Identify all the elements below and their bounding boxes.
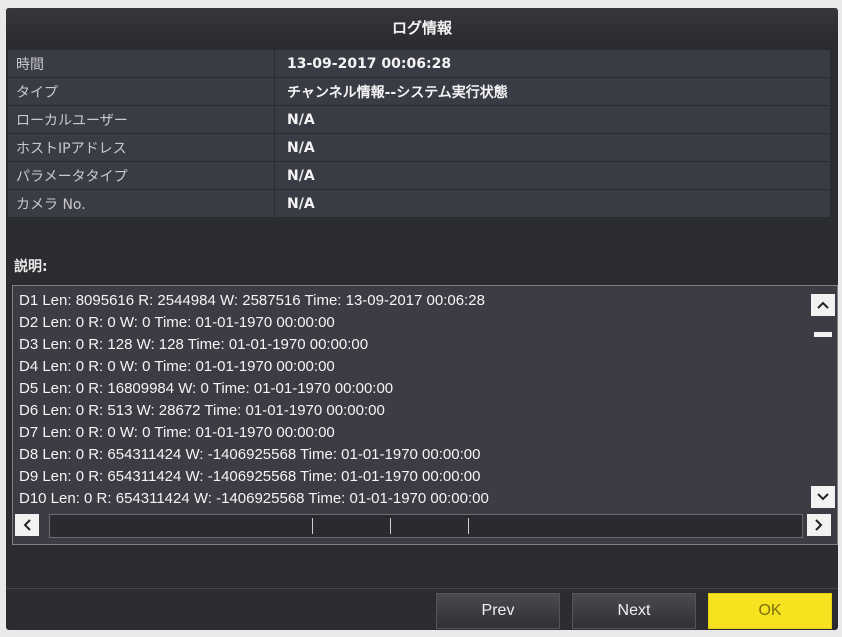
info-label: 時間 (8, 50, 275, 77)
dialog-title: ログ情報 (6, 8, 838, 46)
scroll-tick (312, 518, 313, 534)
info-value: N/A (287, 195, 315, 212)
info-value: チャンネル情報--システム実行状態 (287, 84, 508, 101)
scroll-left-icon[interactable] (15, 514, 39, 536)
info-row-parameter-type: パラメータタイプ N/A (8, 162, 830, 189)
info-row-camera-no: カメラ No. N/A (8, 190, 830, 217)
description-line: D1 Len: 8095616 R: 2544984 W: 2587516 Ti… (19, 292, 485, 309)
description-line: D3 Len: 0 R: 128 W: 128 Time: 01-01-1970… (19, 336, 369, 353)
scroll-down-icon[interactable] (811, 486, 835, 508)
info-label: ホストIPアドレス (8, 134, 275, 161)
description-line: D6 Len: 0 R: 513 W: 28672 Time: 01-01-19… (19, 402, 385, 419)
description-line: D4 Len: 0 R: 0 W: 0 Time: 01-01-1970 00:… (19, 358, 335, 375)
description-line: D9 Len: 0 R: 654311424 W: -1406925568 Ti… (19, 468, 481, 485)
log-info-table: 時間 13-09-2017 00:06:28 タイプ チャンネル情報--システム… (8, 50, 830, 218)
info-value: 13-09-2017 00:06:28 (287, 55, 452, 72)
info-label: ローカルユーザー (8, 106, 275, 133)
description-line: D5 Len: 0 R: 16809984 W: 0 Time: 01-01-1… (19, 380, 394, 397)
description-line: D10 Len: 0 R: 654311424 W: -1406925568 T… (19, 490, 489, 507)
description-line: D2 Len: 0 R: 0 W: 0 Time: 01-01-1970 00:… (19, 314, 335, 331)
scroll-tick (468, 518, 469, 534)
description-textbox: D1 Len: 8095616 R: 2544984 W: 2587516 Ti… (12, 285, 838, 545)
info-label: タイプ (8, 78, 275, 105)
scroll-tick (390, 518, 391, 534)
description-line: D8 Len: 0 R: 654311424 W: -1406925568 Ti… (19, 446, 481, 463)
info-value: N/A (287, 167, 315, 184)
info-label: カメラ No. (8, 190, 275, 217)
scroll-right-icon[interactable] (807, 514, 831, 536)
info-row-local-user: ローカルユーザー N/A (8, 106, 830, 133)
info-value: N/A (287, 111, 315, 128)
info-row-host-ip: ホストIPアドレス N/A (8, 134, 830, 161)
horizontal-scroll-track[interactable] (49, 514, 803, 538)
ok-button[interactable]: OK (708, 593, 832, 629)
scroll-up-icon[interactable] (811, 294, 835, 316)
info-value: N/A (287, 139, 315, 156)
description-lines: D1 Len: 8095616 R: 2544984 W: 2587516 Ti… (19, 290, 805, 512)
vertical-scroll-thumb[interactable] (811, 326, 835, 342)
next-button[interactable]: Next (572, 593, 696, 629)
info-label: パラメータタイプ (8, 162, 275, 189)
info-row-time: 時間 13-09-2017 00:06:28 (8, 50, 830, 77)
log-info-dialog: ログ情報 時間 13-09-2017 00:06:28 タイプ チャンネル情報-… (6, 8, 838, 630)
horizontal-scrollbar[interactable] (15, 512, 833, 538)
info-row-type: タイプ チャンネル情報--システム実行状態 (8, 78, 830, 105)
description-label: 説明: (14, 259, 48, 275)
prev-button[interactable]: Prev (436, 593, 560, 629)
footer-divider (6, 588, 838, 589)
description-line: D7 Len: 0 R: 0 W: 0 Time: 01-01-1970 00:… (19, 424, 335, 441)
